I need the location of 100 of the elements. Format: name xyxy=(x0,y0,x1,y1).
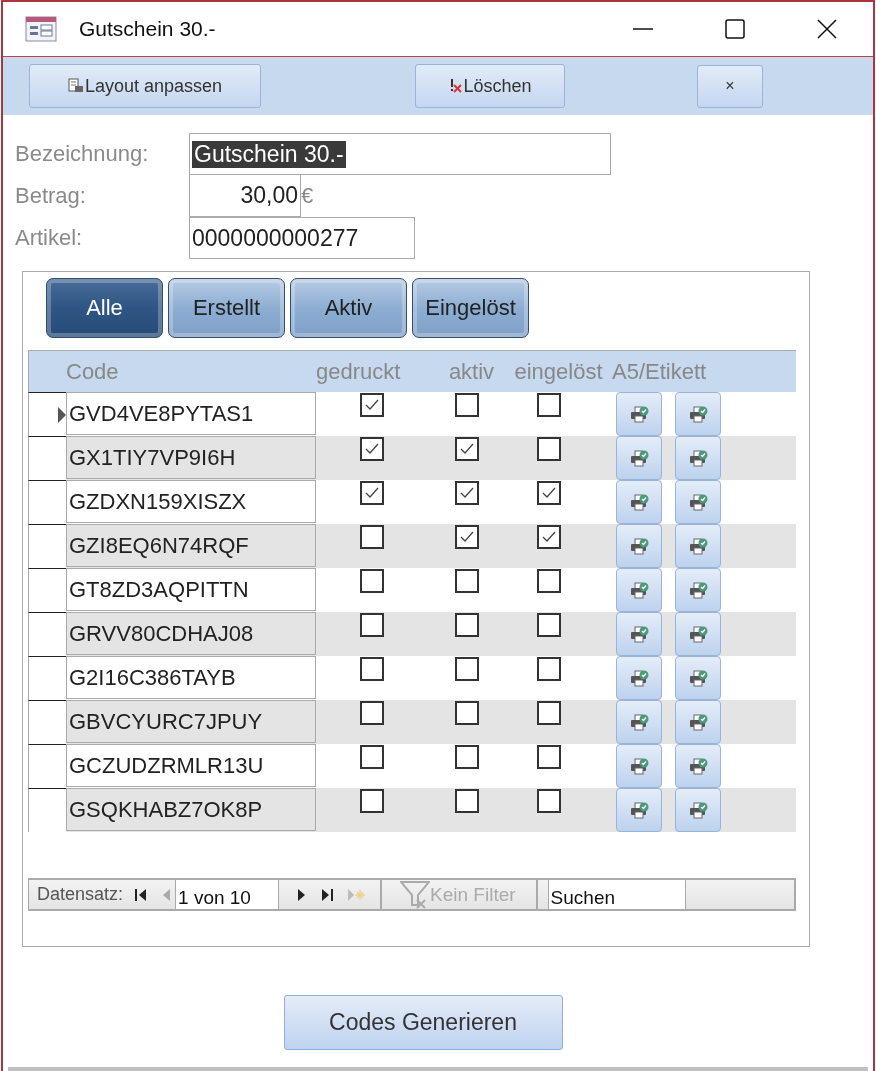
print-button[interactable] xyxy=(675,524,721,568)
checkbox[interactable] xyxy=(537,701,561,725)
filter-tab[interactable]: Eingelöst xyxy=(412,278,529,338)
checkbox[interactable] xyxy=(537,481,561,505)
generate-codes-button[interactable]: Codes Generieren xyxy=(283,995,563,1050)
record-number-field[interactable]: 1 von 10 xyxy=(175,879,280,910)
checkbox[interactable] xyxy=(455,569,479,593)
window-title: Gutschein 30.- xyxy=(79,17,216,41)
table-cell: GBVCYURC7JPUY xyxy=(66,700,316,743)
text-field[interactable]: 0000000000277 xyxy=(189,217,415,259)
print-button[interactable] xyxy=(616,480,662,524)
print-button[interactable] xyxy=(616,744,662,788)
record-selector[interactable] xyxy=(28,788,66,832)
print-button[interactable] xyxy=(616,568,662,612)
printer-icon xyxy=(629,669,649,687)
print-button[interactable] xyxy=(675,568,721,612)
table-cell: GRVV80CDHAJ08 xyxy=(66,612,316,655)
table-cell: GCZUDZRMLR13U xyxy=(66,744,316,787)
printer-icon xyxy=(688,625,708,643)
table-cell: GZI8EQ6N74RQF xyxy=(66,524,316,567)
column-header: eingelöst xyxy=(514,358,603,385)
print-button[interactable] xyxy=(675,612,721,656)
checkbox[interactable] xyxy=(455,789,479,813)
checkbox[interactable] xyxy=(455,437,479,461)
maximize-icon[interactable] xyxy=(725,19,745,39)
checkbox[interactable] xyxy=(360,745,384,769)
first-record-icon[interactable] xyxy=(135,887,148,902)
amount-field[interactable]: 30,00 xyxy=(189,175,301,217)
checkbox[interactable] xyxy=(360,613,384,637)
checkbox[interactable] xyxy=(537,525,561,549)
column-header: A5/Etikett xyxy=(612,358,707,385)
checkbox[interactable] xyxy=(455,657,479,681)
printer-icon xyxy=(688,405,708,423)
print-button[interactable] xyxy=(675,392,721,436)
checkbox[interactable] xyxy=(360,789,384,813)
print-button[interactable] xyxy=(616,436,662,480)
filter-tab[interactable]: Alle xyxy=(46,278,163,338)
filter-tab[interactable]: Erstellt xyxy=(168,278,285,338)
checkbox[interactable] xyxy=(360,437,384,461)
record-label: Datensatz: xyxy=(37,884,124,905)
checkbox[interactable] xyxy=(360,393,384,417)
field-label: Betrag: xyxy=(14,183,87,209)
print-button[interactable] xyxy=(616,700,662,744)
close-button[interactable]: × xyxy=(697,64,763,108)
print-button[interactable] xyxy=(616,392,662,436)
checkbox[interactable] xyxy=(537,569,561,593)
record-selector[interactable] xyxy=(28,524,66,568)
last-record-icon[interactable] xyxy=(321,887,334,902)
record-selector[interactable] xyxy=(28,612,66,656)
close-icon[interactable] xyxy=(817,19,837,39)
search-field[interactable]: Suchen xyxy=(547,879,686,910)
print-button[interactable] xyxy=(675,788,721,832)
column-header: gedruckt xyxy=(316,358,401,385)
checkbox[interactable] xyxy=(537,789,561,813)
print-button[interactable] xyxy=(675,744,721,788)
checkbox[interactable] xyxy=(360,481,384,505)
print-button[interactable] xyxy=(675,480,721,524)
table-cell: G2I16C386TAYB xyxy=(66,656,316,699)
checkbox[interactable] xyxy=(455,525,479,549)
checkbox[interactable] xyxy=(537,613,561,637)
printer-icon xyxy=(688,757,708,775)
checkbox[interactable] xyxy=(455,745,479,769)
checkbox[interactable] xyxy=(360,657,384,681)
print-button[interactable] xyxy=(675,656,721,700)
print-button[interactable] xyxy=(616,612,662,656)
printer-icon xyxy=(629,493,649,511)
record-selector[interactable] xyxy=(28,436,66,480)
print-button[interactable] xyxy=(675,436,721,480)
checkbox[interactable] xyxy=(455,481,479,505)
delete-button[interactable]: Löschen xyxy=(415,64,565,108)
form-icon xyxy=(25,16,57,42)
printer-icon xyxy=(629,449,649,467)
printer-icon xyxy=(688,537,708,555)
print-button[interactable] xyxy=(616,524,662,568)
checkbox[interactable] xyxy=(360,701,384,725)
record-selector[interactable] xyxy=(28,700,66,744)
layout-button[interactable]: Layout anpassen xyxy=(29,64,261,108)
filter-tab[interactable]: Aktiv xyxy=(290,278,407,338)
print-button[interactable] xyxy=(616,656,662,700)
print-button[interactable] xyxy=(616,788,662,832)
checkbox[interactable] xyxy=(537,393,561,417)
checkbox[interactable] xyxy=(455,393,479,417)
column-header: aktiv xyxy=(448,358,495,385)
checkbox[interactable] xyxy=(360,525,384,549)
checkbox[interactable] xyxy=(537,437,561,461)
checkbox[interactable] xyxy=(360,569,384,593)
currency-label: € xyxy=(301,183,314,209)
column-header: Code xyxy=(66,358,119,385)
field-label: Artikel: xyxy=(14,225,84,251)
text-field[interactable]: Gutschein 30.- xyxy=(189,133,611,175)
printer-icon xyxy=(629,625,649,643)
printer-icon xyxy=(629,757,649,775)
printer-icon xyxy=(688,581,708,599)
checkbox[interactable] xyxy=(537,657,561,681)
checkbox[interactable] xyxy=(455,613,479,637)
printer-icon xyxy=(629,405,649,423)
print-button[interactable] xyxy=(675,700,721,744)
printer-icon xyxy=(629,581,649,599)
checkbox[interactable] xyxy=(455,701,479,725)
checkbox[interactable] xyxy=(537,745,561,769)
